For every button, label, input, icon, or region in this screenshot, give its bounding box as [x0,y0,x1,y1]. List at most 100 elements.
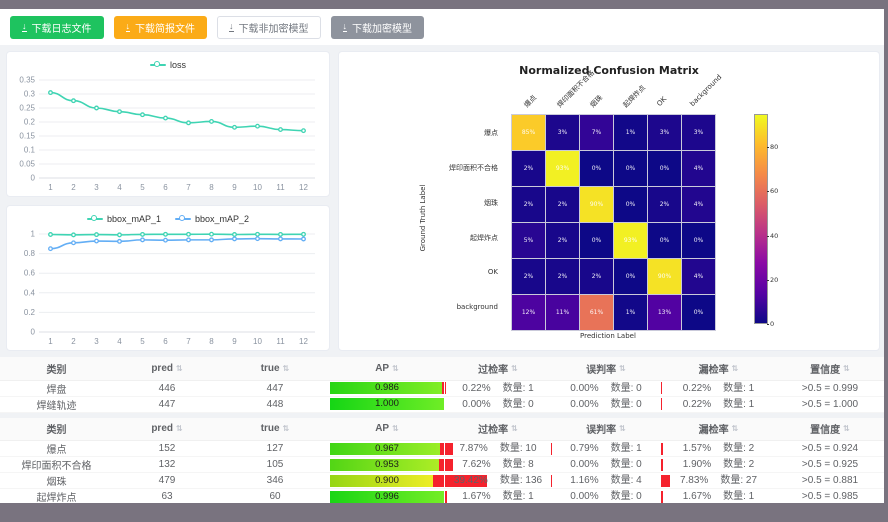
legend-line-icon [175,215,191,223]
matrix-cell-3-1: 2% [546,223,579,258]
svg-text:9: 9 [232,337,237,346]
dashboard-page: ↓ 下载日志文件 ↓ 下载简报文件 ↓ 下载非加密模型 ↓ 下载加密模型 los… [0,9,884,503]
table-row: 焊缝轨迹 447 448 1.000 0.00% 数量: 0 0.00% 数量:… [0,396,884,412]
svg-text:0: 0 [31,174,36,183]
download-unencrypted-model-label: 下载非加密模型 [239,20,309,35]
matrix-cell-2-2: 90% [580,187,613,222]
matrix-col-label: 起焊炸点 [620,83,647,110]
column-header: 类别 [0,418,113,441]
matrix-cell-1-3: 0% [614,151,647,186]
matrix-col-label: 烟珠 [587,93,604,110]
sort-icon[interactable]: ⇅ [392,424,399,433]
matrix-row-label: 起焊炸点 [470,233,498,243]
confidence-value: >0.5 = 0.999 [776,380,884,396]
column-header[interactable]: pred⇅ [113,357,221,380]
table-row: 烟珠 479 346 0.900 39.42% 数量: 136 1.16% 数量… [0,473,884,489]
sort-icon[interactable]: ⇅ [283,424,290,433]
column-header[interactable]: AP⇅ [329,418,445,441]
column-header[interactable]: pred⇅ [113,418,221,441]
detection-metrics-table-1: 类别 pred⇅ true⇅ AP⇅ 过检率⇅ 误判率⇅ 漏检率⇅ 置信度⇅ 焊… [0,357,884,413]
rate-count: 数量: 0 [611,490,642,503]
sort-icon[interactable]: ⇅ [511,424,518,433]
sort-icon[interactable]: ⇅ [843,424,850,433]
column-header-label: pred [151,363,173,374]
column-header[interactable]: 置信度⇅ [776,357,884,380]
svg-text:0.25: 0.25 [19,104,35,113]
class-name: 焊缝轨迹 [0,396,113,412]
column-header[interactable]: 过检率⇅ [445,357,551,380]
confidence-value: >0.5 = 0.924 [776,441,884,457]
sort-icon[interactable]: ⇅ [619,424,626,433]
matrix-cell-1-1: 93% [546,151,579,186]
misjudge-rate: 0.00% 数量: 0 [551,380,661,396]
column-header[interactable]: 置信度⇅ [776,418,884,441]
class-name: 爆点 [0,441,113,457]
confusion-matrix-title: Normalized Confusion Matrix [339,64,879,77]
matrix-cell-0-2: 7% [580,115,613,150]
download-encrypted-model-button[interactable]: ↓ 下载加密模型 [331,16,425,39]
sort-icon[interactable]: ⇅ [176,364,183,373]
legend-item-bbox_mAP_1[interactable]: bbox_mAP_1 [87,214,161,224]
over-detection-rate: 1.67% 数量: 1 [445,489,551,504]
legend-item-loss[interactable]: loss [150,60,186,70]
column-header[interactable]: 误判率⇅ [551,357,661,380]
rate-percent: 1.57% [683,442,711,455]
legend-label: bbox_mAP_1 [107,214,161,224]
sort-icon[interactable]: ⇅ [511,364,518,373]
download-log-button[interactable]: ↓ 下载日志文件 [10,16,104,39]
download-encrypted-model-label: 下载加密模型 [352,20,412,35]
column-header[interactable]: 漏检率⇅ [661,418,776,441]
rate-count: 数量: 136 [500,474,542,487]
pred-count: 479 [113,473,221,489]
sort-icon[interactable]: ⇅ [619,364,626,373]
sort-icon[interactable]: ⇅ [732,424,739,433]
matrix-cell-5-4: 13% [648,295,681,330]
pred-count: 446 [113,380,221,396]
miss-rate: 7.83% 数量: 27 [661,473,776,489]
svg-text:10: 10 [253,183,262,192]
svg-text:12: 12 [299,337,308,346]
column-header[interactable]: 漏检率⇅ [661,357,776,380]
pred-count: 152 [113,441,221,457]
sort-icon[interactable]: ⇅ [392,364,399,373]
matrix-cell-5-0: 12% [512,295,545,330]
rate-percent: 0.00% [570,398,598,411]
column-header[interactable]: true⇅ [221,357,329,380]
miss-rate: 1.90% 数量: 2 [661,457,776,473]
download-report-button[interactable]: ↓ 下载简报文件 [114,16,208,39]
column-header[interactable]: true⇅ [221,418,329,441]
column-header-label: true [261,423,280,434]
svg-text:3: 3 [94,337,99,346]
svg-text:1: 1 [48,183,53,192]
legend-label: bbox_mAP_2 [195,214,249,224]
rate-count: 数量: 27 [720,474,757,487]
matrix-cell-1-2: 0% [580,151,613,186]
column-header-label: 置信度 [810,421,840,436]
column-header[interactable]: 误判率⇅ [551,418,661,441]
column-header[interactable]: AP⇅ [329,357,445,380]
svg-text:8: 8 [209,183,214,192]
ap-bar: 0.953 [330,459,444,471]
charts-area: loss 00.050.10.150.20.250.30.35123456789… [0,45,884,357]
svg-text:8: 8 [209,337,214,346]
matrix-cell-4-4: 90% [648,259,681,294]
sort-icon[interactable]: ⇅ [176,424,183,433]
misjudge-rate: 0.00% 数量: 0 [551,396,661,412]
legend-item-bbox_mAP_2[interactable]: bbox_mAP_2 [175,214,249,224]
svg-text:1: 1 [31,230,36,239]
column-header[interactable]: 过检率⇅ [445,418,551,441]
confidence-value: >0.5 = 0.881 [776,473,884,489]
download-icon: ↓ [126,22,131,32]
rate-percent: 7.87% [459,442,487,455]
true-count: 127 [221,441,329,457]
download-unencrypted-model-button[interactable]: ↓ 下载非加密模型 [217,16,321,39]
pred-count: 63 [113,489,221,504]
svg-text:12: 12 [299,183,308,192]
colorbar-tick: 80 [767,144,778,151]
sort-icon[interactable]: ⇅ [732,364,739,373]
class-name: 起焊炸点 [0,489,113,504]
sort-icon[interactable]: ⇅ [283,364,290,373]
svg-text:0.3: 0.3 [24,90,36,99]
matrix-row-label: OK [488,268,498,276]
sort-icon[interactable]: ⇅ [843,364,850,373]
